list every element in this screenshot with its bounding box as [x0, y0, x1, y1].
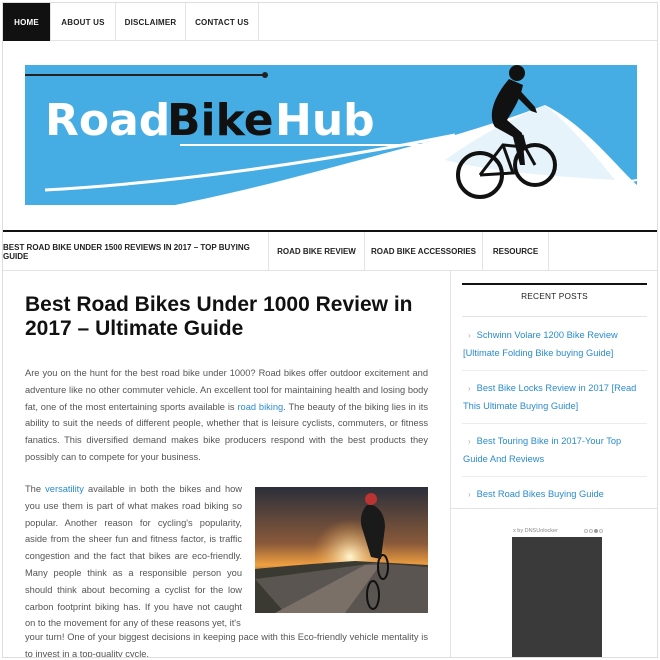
ad-header: x by DNSUnlocker — [513, 528, 603, 534]
versatility-text-2: available in both the bikes and how you … — [25, 484, 242, 629]
intro-paragraph: Are you on the hunt for the best road bi… — [25, 365, 428, 466]
widget-divider — [451, 508, 657, 509]
nav-disclaimer[interactable]: DISCLAIMER — [116, 3, 186, 41]
versatility-link[interactable]: versatility — [45, 484, 84, 494]
nav-contact-us[interactable]: CONTACT US — [186, 3, 259, 41]
nav-resource[interactable]: RESOURCE — [483, 232, 549, 271]
road-biking-link[interactable]: road biking — [237, 402, 283, 412]
carousel-dot-icon[interactable] — [584, 529, 588, 533]
advertisement-box[interactable] — [512, 537, 602, 657]
recent-post-item[interactable]: › Best Touring Bike in 2017-Your Top Guid… — [462, 433, 647, 477]
recent-post-link[interactable]: Best Touring Bike in 2017-Your Top Guide… — [463, 436, 621, 464]
logo-text-hub: Hub — [275, 95, 375, 146]
nav-about-us[interactable]: ABOUT US — [51, 3, 116, 41]
logo-text-road: Road — [45, 95, 170, 146]
sidebar-heading-divider — [462, 316, 647, 317]
nav-road-bike-accessories[interactable]: ROAD BIKE ACCESSORIES — [365, 232, 483, 271]
recent-post-link[interactable]: Best Bike Locks Review in 2017 [Read Thi… — [463, 383, 636, 411]
nav-road-bike-review[interactable]: ROAD BIKE REVIEW — [269, 232, 365, 271]
nav-home[interactable]: HOME — [3, 3, 51, 41]
turn-paragraph: your turn! One of your biggest decisions… — [25, 632, 428, 658]
ad-carousel-dots[interactable] — [584, 529, 603, 533]
recent-post-link[interactable]: Best Road Bikes Buying Guide — [477, 489, 604, 499]
logo-text-bike: Bike — [167, 95, 274, 146]
carousel-dot-icon[interactable] — [599, 529, 603, 533]
top-nav: HOME ABOUT US DISCLAIMER CONTACT US — [3, 3, 657, 41]
site-logo-banner[interactable]: Road Bike Hub — [25, 65, 637, 205]
ad-label-text[interactable]: x by DNSUnlocker — [513, 528, 558, 534]
chevron-right-icon: › — [468, 331, 471, 340]
chevron-right-icon: › — [468, 384, 471, 393]
nav-best-road-bike-under-1500[interactable]: BEST ROAD BIKE UNDER 1500 REVIEWS IN 201… — [3, 232, 269, 271]
post-title: Best Road Bikes Under 1000 Review in 201… — [25, 293, 413, 340]
sidebar-rule — [462, 283, 647, 285]
page-frame: HOME ABOUT US DISCLAIMER CONTACT US Road… — [2, 2, 658, 658]
recent-posts-list: › Schwinn Volare 1200 Bike Review [Ultima… — [462, 327, 647, 522]
chevron-right-icon: › — [468, 490, 471, 499]
sidebar: RECENT POSTS › Schwinn Volare 1200 Bike R… — [451, 271, 657, 657]
recent-post-link[interactable]: Schwinn Volare 1200 Bike Review [Ultimat… — [463, 330, 618, 358]
recent-posts-heading: RECENT POSTS — [521, 291, 588, 301]
secondary-nav: BEST ROAD BIKE UNDER 1500 REVIEWS IN 201… — [3, 232, 657, 271]
recent-post-item[interactable]: › Schwinn Volare 1200 Bike Review [Ultima… — [462, 327, 647, 371]
versatility-text-1: The — [25, 484, 46, 494]
versatility-paragraph: The versatility available in both the bi… — [25, 481, 242, 632]
carousel-dot-icon[interactable] — [594, 529, 598, 533]
article-content: Best Road Bikes Under 1000 Review in 201… — [3, 271, 451, 658]
recent-post-item[interactable]: › Best Bike Locks Review in 2017 [Read Th… — [462, 380, 647, 424]
chevron-right-icon: › — [468, 437, 471, 446]
carousel-dot-icon[interactable] — [589, 529, 593, 533]
cyclist-sunset-image — [255, 487, 428, 613]
